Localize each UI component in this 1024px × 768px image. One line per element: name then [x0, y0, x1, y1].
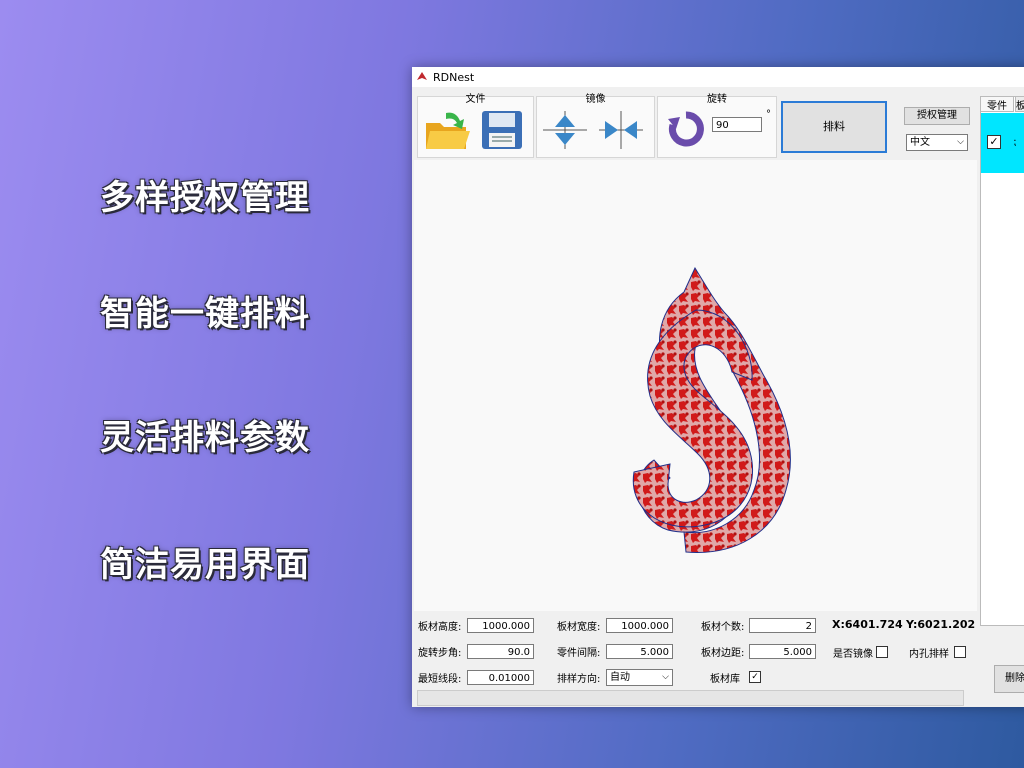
inner-hole-checkbox[interactable]	[954, 646, 966, 658]
window-title: RDNest	[433, 70, 475, 84]
status-bar	[417, 690, 964, 706]
nest-direction-select[interactable]: 自动 ⌵	[606, 669, 673, 686]
rotate-step-label: 旋转步角:	[418, 648, 462, 659]
app-window: RDNest 文件 镜像 旋转 90 ° 排料 授权管理 中文 ⌵ 零件 ✓ ⁏…	[412, 67, 1024, 707]
sheet-library-checkbox[interactable]: ✓	[749, 671, 761, 683]
coord-y-readout: Y:6021.202	[906, 618, 976, 631]
min-segment-input[interactable]: 0.01000	[467, 670, 534, 685]
part-gap-input[interactable]: 5.000	[606, 644, 673, 659]
feature-text-params: 灵活排料参数	[100, 418, 310, 458]
flip-horizontal-icon[interactable]	[597, 107, 647, 153]
sheet-margin-label: 板材边距:	[701, 648, 745, 659]
sheet-height-label: 板材高度:	[418, 622, 462, 633]
mirror-option-checkbox[interactable]	[876, 646, 888, 658]
sheet-width-label: 板材宽度:	[557, 622, 601, 633]
flip-vertical-icon[interactable]	[541, 107, 591, 153]
language-select[interactable]: 中文 ⌵	[906, 134, 968, 151]
coord-x-readout: X:6401.724	[832, 618, 903, 631]
save-disk-icon[interactable]	[480, 109, 524, 151]
feature-text-license: 多样授权管理	[100, 178, 310, 218]
license-manage-button[interactable]: 授权管理	[904, 107, 970, 125]
rotate-group: 旋转 90 °	[657, 94, 777, 158]
tab-sheets[interactable]: 板	[1015, 96, 1024, 112]
sheet-library-label: 板材库	[710, 674, 740, 685]
tab-parts[interactable]: 零件	[980, 96, 1014, 112]
sheet-count-label: 板材个数:	[701, 622, 745, 633]
inner-hole-label: 内孔排样	[909, 649, 949, 660]
selected-part-row[interactable]: ✓ ⁏	[981, 113, 1024, 173]
nest-preview	[632, 266, 791, 553]
part-list-panel: 零件 板 ✓ ⁏	[980, 96, 1024, 626]
rotate-group-label: 旋转	[707, 94, 727, 105]
chevron-down-icon: ⌵	[662, 672, 669, 682]
s-red-fill	[632, 309, 754, 528]
nesting-canvas[interactable]	[414, 160, 977, 611]
sheet-height-input[interactable]: 1000.000	[467, 618, 534, 633]
feature-text-nesting: 智能一键排料	[100, 294, 310, 334]
part-checkbox[interactable]: ✓	[987, 135, 1001, 149]
sheet-margin-input[interactable]: 5.000	[749, 644, 816, 659]
degree-symbol: °	[766, 109, 771, 120]
rotate-angle-input[interactable]: 90	[712, 117, 762, 132]
part-gap-label: 零件间隔:	[557, 648, 601, 659]
mirror-group-label: 镜像	[585, 94, 606, 105]
mirror-option-label: 是否镜像	[833, 649, 873, 660]
nest-direction-value: 自动	[610, 672, 630, 683]
language-value: 中文	[910, 137, 930, 148]
chevron-down-icon: ⌵	[957, 137, 964, 147]
title-bar: RDNest	[412, 67, 1024, 87]
rotate-step-input[interactable]: 90.0	[467, 644, 534, 659]
part-thumbnail-icon: ⁏	[1013, 137, 1017, 148]
feature-text-ui: 简洁易用界面	[100, 545, 310, 585]
delete-button[interactable]: 删除	[994, 665, 1024, 693]
nest-direction-label: 排样方向:	[557, 674, 601, 685]
open-folder-icon[interactable]	[424, 109, 472, 151]
mirror-group: 镜像	[536, 94, 655, 158]
rotate-icon[interactable]	[668, 111, 704, 149]
app-logo-icon	[417, 72, 427, 80]
file-group: 文件	[417, 94, 534, 158]
nest-button[interactable]: 排料	[781, 101, 887, 153]
sheet-count-input[interactable]: 2	[749, 618, 816, 633]
min-segment-label: 最短线段:	[418, 674, 462, 685]
sheet-width-input[interactable]: 1000.000	[606, 618, 673, 633]
file-group-label: 文件	[465, 94, 486, 105]
